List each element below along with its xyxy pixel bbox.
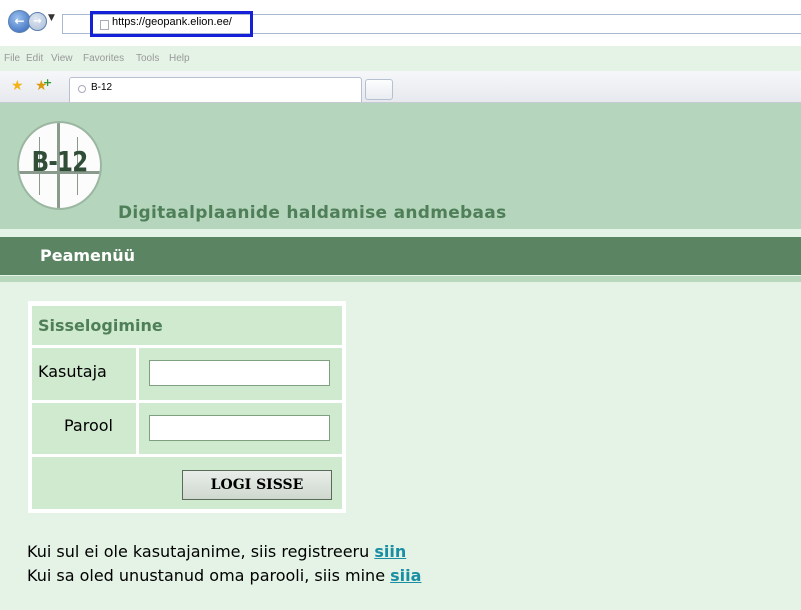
menu-separator: [0, 276, 801, 282]
forgot-password-line: Kui sa oled unustanud oma parooli, siis …: [27, 566, 421, 585]
menu-view[interactable]: View: [51, 53, 73, 64]
register-link[interactable]: siin: [374, 542, 406, 561]
main-menu-link[interactable]: Peamenüü: [40, 246, 135, 265]
tab-title: B-12: [91, 82, 113, 93]
add-favorite-icon[interactable]: ★ +: [35, 76, 52, 94]
new-tab-button[interactable]: [365, 79, 393, 100]
menu-tools[interactable]: Tools: [136, 53, 159, 64]
login-button[interactable]: LOGI SISSE: [182, 470, 332, 500]
menu-edit[interactable]: Edit: [26, 53, 43, 64]
username-label: Kasutaja: [38, 362, 107, 381]
password-input[interactable]: [149, 415, 330, 441]
address-highlight-box: [90, 11, 253, 37]
menu-favorites[interactable]: Favorites: [83, 53, 124, 64]
tab-page-icon: [78, 85, 86, 93]
site-logo: B-12: [17, 121, 102, 210]
arrow-right-icon: →: [33, 16, 42, 27]
register-text: Kui sul ei ole kasutajanime, siis regist…: [27, 542, 375, 561]
arrow-left-icon: ←: [14, 14, 25, 28]
forgot-text: Kui sa oled unustanud oma parooli, siis …: [27, 566, 391, 585]
history-dropdown-icon[interactable]: ▼: [48, 13, 55, 23]
login-title: Sisselogimine: [38, 316, 163, 335]
menu-help[interactable]: Help: [169, 53, 190, 64]
site-title: Digitaalplaanide haldamise andmebaas: [118, 203, 507, 223]
tab-b12[interactable]: [69, 77, 362, 102]
logo-text: B-12: [31, 145, 89, 178]
main-menu-bar: Peamenüü: [0, 237, 801, 275]
favorites-star-icon[interactable]: ★: [11, 78, 24, 94]
forgot-password-link[interactable]: siia: [390, 566, 421, 585]
browser-menubar: File Edit View Favorites Tools Help: [0, 49, 801, 69]
password-label: Parool: [64, 416, 113, 435]
menu-file[interactable]: File: [4, 53, 20, 64]
forward-button[interactable]: →: [28, 12, 47, 31]
register-line: Kui sul ei ole kasutajanime, siis regist…: [27, 542, 406, 561]
username-input[interactable]: [149, 360, 330, 386]
